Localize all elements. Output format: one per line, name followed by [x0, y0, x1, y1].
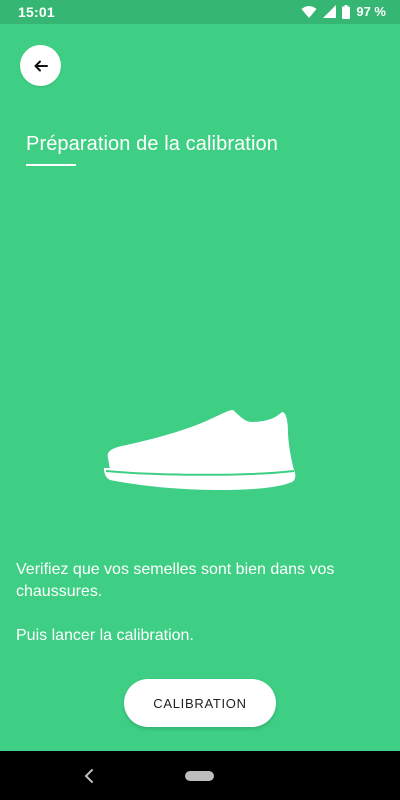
instruction-line-1: Verifiez que vos semelles sont bien dans… — [16, 561, 335, 600]
signal-icon — [323, 5, 337, 18]
calibration-button[interactable]: CALIBRATION — [124, 679, 276, 727]
back-button[interactable] — [20, 45, 61, 86]
sneaker-icon — [104, 410, 296, 490]
wifi-icon — [301, 5, 317, 18]
nav-back-icon[interactable] — [80, 767, 100, 785]
instructions: Verifiez que vos semelles sont bien dans… — [16, 559, 388, 647]
calibration-preparation-screen: Préparation de la calibration Verifiez q… — [0, 24, 400, 751]
arrow-left-icon — [34, 60, 48, 71]
status-bar: 15:01 97 % — [0, 0, 400, 24]
status-time: 15:01 — [18, 4, 55, 20]
status-icons: 97 % — [301, 4, 386, 19]
instructions-spacer — [16, 603, 388, 625]
navigation-bar — [0, 751, 400, 800]
page-title: Préparation de la calibration — [26, 133, 278, 155]
instruction-line-2: Puis lancer la calibration. — [16, 627, 194, 644]
battery-percent: 97 % — [356, 4, 386, 19]
title-underline — [26, 164, 76, 166]
battery-icon — [342, 4, 351, 19]
nav-home-icon[interactable] — [185, 771, 214, 781]
